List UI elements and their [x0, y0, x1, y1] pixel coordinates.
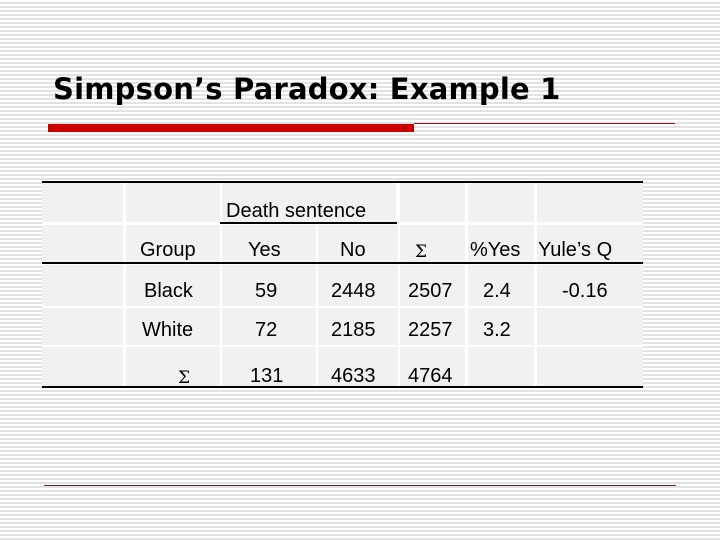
grid-cell [468, 347, 534, 386]
footer-rule [44, 485, 676, 486]
slide-title: Simpson’s Paradox: Example 1 [53, 72, 561, 106]
grid-cell [400, 225, 465, 263]
col-header-no: No [340, 239, 366, 261]
spanner-rule [220, 222, 397, 224]
cell-group: White [142, 319, 194, 341]
col-header-group: Group [140, 239, 196, 261]
spanning-header-death-sentence: Death sentence [226, 200, 367, 222]
grid-cell [537, 308, 643, 345]
grid-cell [468, 183, 534, 222]
cell-yes: 59 [255, 280, 278, 302]
grid-cell [42, 265, 123, 306]
title-accent-bar [48, 124, 414, 132]
grid-cell [42, 308, 123, 345]
grid-cell [400, 183, 465, 222]
cell-total: 4764 [408, 365, 453, 387]
col-header-yes: Yes [248, 239, 281, 261]
grid-cell [126, 347, 220, 386]
cell-yes: 131 [250, 365, 284, 387]
cell-total: 2507 [408, 280, 453, 302]
cell-yes: 72 [255, 319, 278, 341]
col-header-yules-q: Yule’s Q [538, 239, 613, 261]
grid-cell [537, 183, 643, 222]
col-header-pct-yes: %Yes [470, 239, 521, 261]
grid-cell [126, 183, 220, 222]
cell-yules-q: -0.16 [562, 280, 608, 302]
title-underline [414, 123, 675, 124]
grid-cell [42, 225, 123, 263]
grid-cell [42, 347, 123, 386]
grid-cell [537, 347, 643, 386]
cell-no: 2185 [331, 319, 376, 341]
cell-pct-yes: 2.4 [483, 280, 511, 302]
cell-pct-yes: 3.2 [483, 319, 511, 341]
cell-group: Black [144, 280, 193, 302]
contingency-table: Death sentence Group Yes No Σ %Yes Yule’… [42, 181, 643, 388]
cell-no: 2448 [331, 280, 376, 302]
grid-cell [42, 183, 123, 222]
cell-group-total-sigma: Σ [178, 368, 191, 388]
col-header-total: Σ [415, 242, 428, 262]
cell-total: 2257 [408, 319, 453, 341]
cell-no: 4633 [331, 365, 376, 387]
table-top-rule [42, 181, 643, 183]
header-rule [42, 262, 643, 264]
